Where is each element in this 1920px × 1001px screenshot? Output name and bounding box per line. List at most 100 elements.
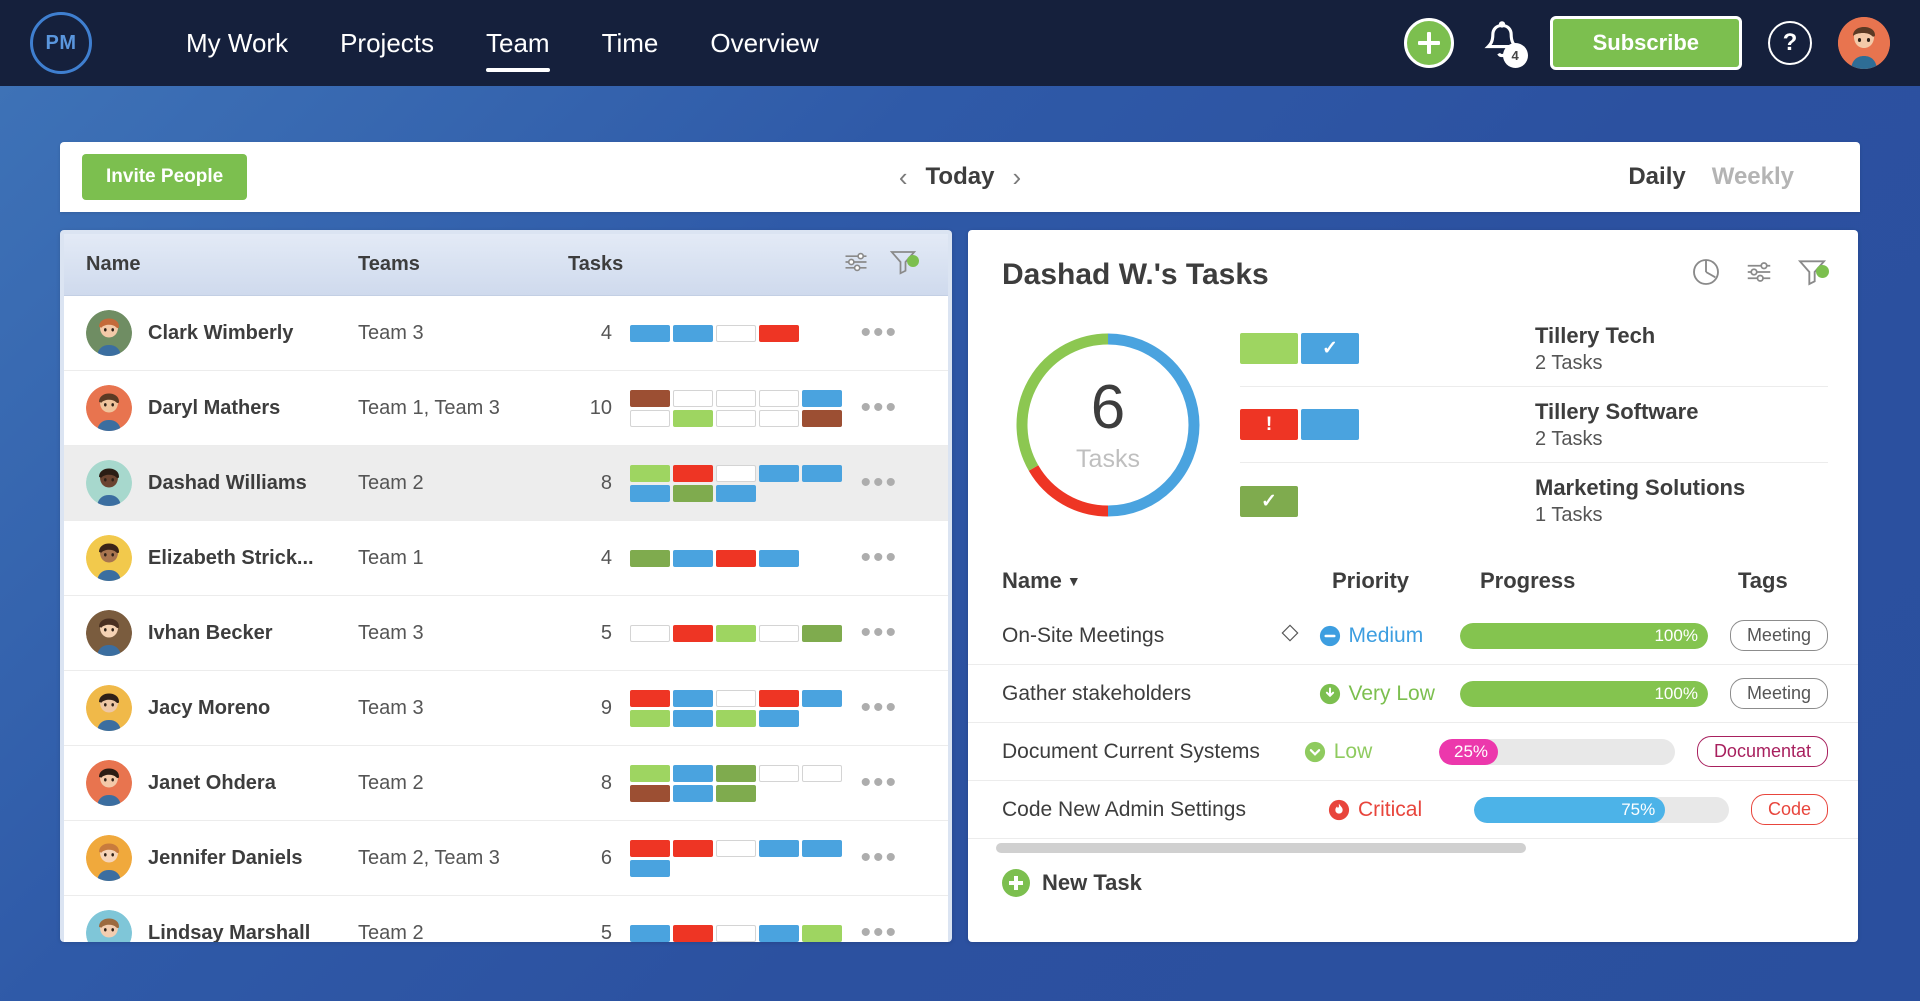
project-summary-row[interactable]: ! Tillery Software 2 Tasks [1240, 387, 1828, 463]
column-header-name[interactable]: Name [86, 253, 358, 276]
task-status-bar[interactable] [802, 839, 842, 857]
tag-badge[interactable]: Code [1750, 794, 1828, 825]
task-status-bar[interactable] [630, 689, 670, 707]
task-status-bar[interactable] [716, 324, 756, 342]
table-row[interactable]: Jacy Moreno Team 3 9 ••• [64, 671, 948, 746]
task-status-bar[interactable] [716, 689, 756, 707]
task-status-bar[interactable] [630, 859, 670, 877]
priority-cell[interactable]: Low [1304, 740, 1439, 764]
task-status-bar[interactable] [673, 464, 713, 482]
table-row[interactable]: Dashad Williams Team 2 8 ••• [64, 446, 948, 521]
column-header-progress[interactable]: Progress [1480, 568, 1738, 594]
task-status-bar[interactable] [759, 764, 799, 782]
app-logo[interactable]: PM [30, 12, 92, 74]
invite-people-button[interactable]: Invite People [82, 154, 248, 200]
task-status-bar[interactable] [802, 924, 842, 942]
tag-badge[interactable]: Documentat [1696, 736, 1828, 767]
task-status-bar[interactable] [630, 839, 670, 857]
task-status-bar[interactable] [630, 484, 670, 502]
project-status-bar[interactable] [1240, 333, 1298, 364]
task-status-bar[interactable] [630, 624, 670, 642]
task-status-bar[interactable] [759, 549, 799, 567]
progress-cell[interactable]: 100% [1460, 680, 1708, 707]
nav-item-projects[interactable]: Projects [314, 0, 460, 86]
column-header-task-name[interactable]: Name ▼ [1002, 568, 1332, 594]
table-row[interactable]: Clark Wimberly Team 3 4 ••• [64, 296, 948, 371]
project-status-bar[interactable] [1301, 409, 1359, 440]
ellipsis-icon[interactable]: ••• [860, 318, 898, 348]
task-status-bar[interactable] [716, 389, 756, 407]
task-status-bar[interactable] [673, 624, 713, 642]
progress-bar[interactable]: 75% [1474, 796, 1729, 823]
nav-item-time[interactable]: Time [576, 0, 685, 86]
task-status-bar[interactable] [673, 484, 713, 502]
task-status-bar[interactable] [716, 839, 756, 857]
task-name[interactable]: Document Current Systems [1002, 740, 1267, 764]
task-status-bar[interactable] [759, 409, 799, 427]
task-status-bar[interactable] [802, 764, 842, 782]
task-status-bar[interactable] [716, 709, 756, 727]
column-header-tasks[interactable]: Tasks [568, 253, 842, 276]
view-mode-weekly[interactable]: Weekly [1712, 163, 1794, 191]
table-row[interactable]: Document Current Systems Low 25% Documentat [968, 723, 1858, 781]
task-status-bar[interactable] [673, 324, 713, 342]
filter-icon[interactable] [888, 247, 919, 283]
ellipsis-icon[interactable]: ••• [860, 618, 898, 648]
progress-bar[interactable]: 100% [1460, 622, 1708, 649]
project-status-bar[interactable]: ✓ [1301, 333, 1359, 364]
help-icon[interactable]: ? [1768, 21, 1812, 65]
task-status-bar[interactable] [673, 549, 713, 567]
task-status-bar[interactable] [630, 464, 670, 482]
nav-item-my-work[interactable]: My Work [160, 0, 314, 86]
task-status-bar[interactable] [630, 389, 670, 407]
task-status-bar[interactable] [630, 764, 670, 782]
table-row[interactable]: Gather stakeholders Very Low 100% Meeting [968, 665, 1858, 723]
priority-cell[interactable]: Very Low [1319, 682, 1461, 706]
table-row[interactable]: Code New Admin Settings Critical 75% Code [968, 781, 1858, 839]
horizontal-scrollbar[interactable] [996, 843, 1526, 853]
task-status-bar[interactable] [673, 784, 713, 802]
project-summary-row[interactable]: ✓ Marketing Solutions 1 Tasks [1240, 463, 1828, 539]
priority-cell[interactable]: Medium [1319, 624, 1461, 648]
task-status-bar[interactable] [630, 409, 670, 427]
column-header-priority[interactable]: Priority [1332, 568, 1480, 594]
task-status-bar[interactable] [673, 839, 713, 857]
task-status-bar[interactable] [630, 324, 670, 342]
subscribe-button[interactable]: Subscribe [1549, 16, 1742, 70]
task-status-bar[interactable] [716, 764, 756, 782]
task-status-bar[interactable] [759, 389, 799, 407]
task-status-bar[interactable] [716, 924, 756, 942]
table-row[interactable]: Elizabeth Strick... Team 1 4 ••• [64, 521, 948, 596]
task-status-bar[interactable] [716, 624, 756, 642]
task-status-bar[interactable] [673, 409, 713, 427]
task-status-bar[interactable] [759, 324, 799, 342]
nav-item-overview[interactable]: Overview [684, 0, 844, 86]
task-status-bar[interactable] [630, 784, 670, 802]
people-list[interactable]: Clark Wimberly Team 3 4 ••• Daryl Mathers Te… [64, 296, 948, 942]
ellipsis-icon[interactable]: ••• [860, 543, 898, 573]
nav-item-team[interactable]: Team [460, 0, 576, 86]
chevron-right-icon[interactable]: › [1012, 162, 1021, 193]
ellipsis-icon[interactable]: ••• [860, 843, 898, 873]
new-task-button[interactable]: New Task [968, 853, 1858, 897]
task-status-bar[interactable] [630, 924, 670, 942]
progress-bar[interactable]: 100% [1460, 680, 1708, 707]
task-status-bar[interactable] [716, 784, 756, 802]
bell-icon[interactable]: 4 [1480, 20, 1528, 68]
sliders-icon[interactable] [842, 248, 870, 282]
task-name[interactable]: Gather stakeholders [1002, 682, 1280, 706]
table-row[interactable]: Daryl Mathers Team 1, Team 3 10 ••• [64, 371, 948, 446]
task-status-bar[interactable] [673, 709, 713, 727]
task-status-bar[interactable] [673, 924, 713, 942]
progress-cell[interactable]: 25% [1439, 738, 1675, 765]
task-status-bar[interactable] [759, 689, 799, 707]
task-status-bar[interactable] [802, 409, 842, 427]
project-status-bar[interactable]: ! [1240, 409, 1298, 440]
table-row[interactable]: Janet Ohdera Team 2 8 ••• [64, 746, 948, 821]
task-name[interactable]: On-Site Meetings [1002, 624, 1280, 648]
column-header-tags[interactable]: Tags [1738, 568, 1828, 594]
ellipsis-icon[interactable]: ••• [860, 693, 898, 723]
task-status-bar[interactable] [759, 839, 799, 857]
ellipsis-icon[interactable]: ••• [860, 393, 898, 423]
task-name[interactable]: Code New Admin Settings [1002, 798, 1288, 822]
